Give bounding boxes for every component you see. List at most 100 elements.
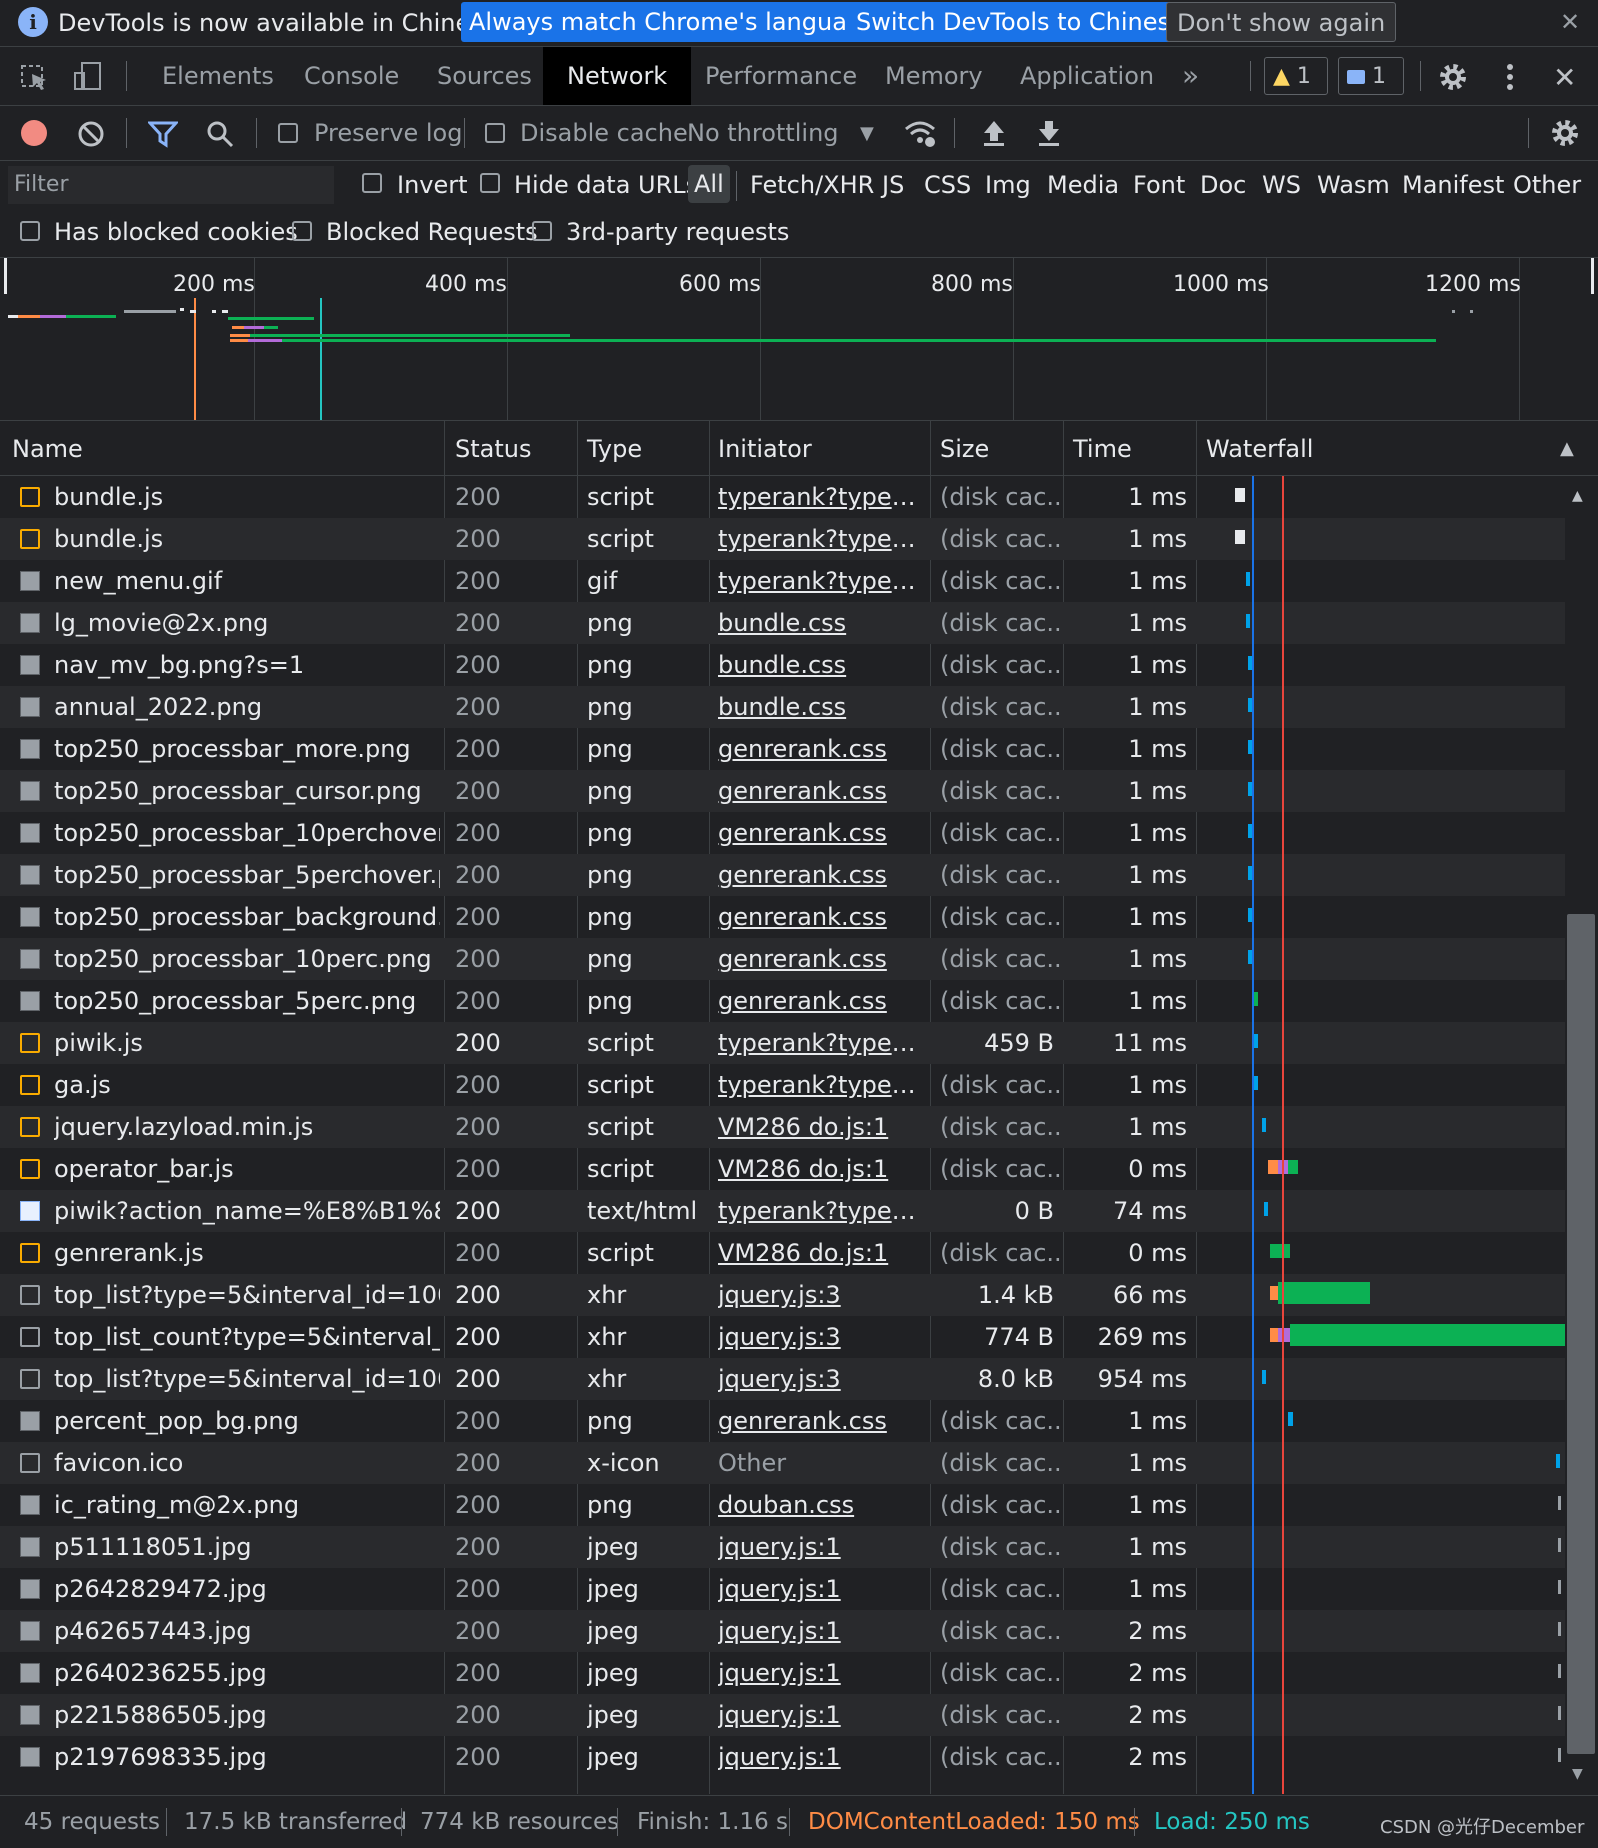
type-filter-other[interactable]: Other xyxy=(1513,171,1581,199)
request-initiator[interactable]: typerank?type_na... xyxy=(718,1029,926,1057)
has-blocked-cookies-checkbox[interactable] xyxy=(20,221,40,241)
table-row[interactable]: top250_processbar_more.png 200 png genreran… xyxy=(0,728,1565,770)
request-initiator[interactable]: jquery.js:1 xyxy=(718,1659,926,1687)
third-party-checkbox[interactable] xyxy=(532,221,552,241)
table-row[interactable]: genrerank.js 200 script VM286 do.js:1 (disk … xyxy=(0,1232,1565,1274)
scroll-down-icon[interactable]: ▼ xyxy=(1572,1766,1583,1782)
record-icon[interactable] xyxy=(21,120,47,146)
table-scrollbar[interactable]: ▲ ▼ xyxy=(1565,476,1598,1794)
table-row[interactable]: top250_processbar_5perc.png 200 png genrera… xyxy=(0,980,1565,1022)
request-initiator[interactable]: jquery.js:1 xyxy=(718,1575,926,1603)
request-initiator[interactable]: genrerank.css xyxy=(718,903,926,931)
table-row[interactable]: piwik.js 200 script typerank?type_na... 459 … xyxy=(0,1022,1565,1064)
request-initiator[interactable]: jquery.js:1 xyxy=(718,1701,926,1729)
table-row[interactable]: p2215886505.jpg 200 jpeg jquery.js:1 (disk c… xyxy=(0,1694,1565,1736)
table-row[interactable]: ga.js 200 script typerank?type_na... (disk c… xyxy=(0,1064,1565,1106)
table-row[interactable]: top250_processbar_cursor.png 200 png genrer… xyxy=(0,770,1565,812)
dont-show-again-button[interactable]: Don't show again xyxy=(1166,2,1397,42)
table-row[interactable]: annual_2022.png 200 png bundle.css (disk cac… xyxy=(0,686,1565,728)
table-row[interactable]: top250_processbar_5perchover.png 200 png ge… xyxy=(0,854,1565,896)
request-initiator[interactable]: typerank?type_na... xyxy=(718,567,926,595)
request-initiator[interactable]: VM286 do.js:1 xyxy=(718,1113,926,1141)
warnings-badge[interactable]: ▲ 1 xyxy=(1264,57,1328,95)
table-row[interactable]: top_list?type=5&interval_id=100%... 200 xh… xyxy=(0,1274,1565,1316)
request-initiator[interactable]: bundle.css xyxy=(718,693,926,721)
inspect-element-icon[interactable] xyxy=(20,64,50,92)
request-initiator[interactable]: typerank?type_na... xyxy=(718,1071,926,1099)
request-initiator[interactable]: jquery.js:1 xyxy=(718,1533,926,1561)
network-settings-gear-icon[interactable] xyxy=(1550,118,1580,148)
import-har-icon[interactable] xyxy=(982,119,1006,147)
search-icon[interactable] xyxy=(205,119,235,149)
column-header-type[interactable]: Type xyxy=(587,435,642,463)
column-header-status[interactable]: Status xyxy=(455,435,531,463)
sort-ascending-icon[interactable]: ▲ xyxy=(1560,438,1574,459)
table-row[interactable]: operator_bar.js 200 script VM286 do.js:1 (di… xyxy=(0,1148,1565,1190)
table-row[interactable]: top250_processbar_10perchover.p... 200 png… xyxy=(0,812,1565,854)
table-row[interactable]: p462657443.jpg 200 jpeg jquery.js:1 (disk ca… xyxy=(0,1610,1565,1652)
filter-input[interactable]: Filter xyxy=(8,166,334,204)
type-filter-all[interactable]: All xyxy=(688,165,730,203)
column-header-name[interactable]: Name xyxy=(12,435,83,463)
request-initiator[interactable]: VM286 do.js:1 xyxy=(718,1155,926,1183)
match-language-button[interactable]: Always match Chrome's language xyxy=(461,2,885,42)
switch-language-button[interactable]: Switch DevTools to Chinese xyxy=(848,2,1193,42)
filter-icon[interactable] xyxy=(148,120,178,148)
type-filter-manifest[interactable]: Manifest xyxy=(1402,171,1504,199)
request-initiator[interactable]: typerank?type_na... xyxy=(718,1197,926,1225)
request-initiator[interactable]: bundle.css xyxy=(718,651,926,679)
request-initiator[interactable]: genrerank.css xyxy=(718,861,926,889)
table-row[interactable]: jquery.lazyload.min.js 200 script VM286 do.… xyxy=(0,1106,1565,1148)
column-header-initiator[interactable]: Initiator xyxy=(718,435,812,463)
table-row[interactable]: nav_mv_bg.png?s=1 200 png bundle.css (disk c… xyxy=(0,644,1565,686)
request-initiator[interactable]: jquery.js:1 xyxy=(718,1743,926,1771)
type-filter-media[interactable]: Media xyxy=(1047,171,1119,199)
request-initiator[interactable]: jquery.js:3 xyxy=(718,1365,926,1393)
table-row[interactable]: bundle.js 200 script typerank?type_na... (di… xyxy=(0,476,1565,518)
table-row[interactable]: top_list_count?type=5&interval_id... 200 x… xyxy=(0,1316,1565,1358)
request-initiator[interactable]: genrerank.css xyxy=(718,777,926,805)
tab-console[interactable]: Console xyxy=(304,47,399,105)
table-row[interactable]: new_menu.gif 200 gif typerank?type_na... (di… xyxy=(0,560,1565,602)
close-infobar-icon[interactable]: ✕ xyxy=(1560,8,1580,36)
network-conditions-icon[interactable] xyxy=(903,119,937,149)
messages-badge[interactable]: 1 xyxy=(1338,57,1404,95)
tab-memory[interactable]: Memory xyxy=(885,47,983,105)
disable-cache-checkbox[interactable] xyxy=(485,123,505,143)
table-row[interactable]: bundle.js 200 script typerank?type_na... (di… xyxy=(0,518,1565,560)
request-initiator[interactable]: bundle.css xyxy=(718,609,926,637)
table-row[interactable]: p2642829472.jpg 200 jpeg jquery.js:1 (disk c… xyxy=(0,1568,1565,1610)
type-filter-fetch-xhr[interactable]: Fetch/XHR xyxy=(750,171,874,199)
scrollbar-thumb[interactable] xyxy=(1567,914,1595,1754)
table-row[interactable]: lg_movie@2x.png 200 png bundle.css (disk cac… xyxy=(0,602,1565,644)
request-initiator[interactable]: genrerank.css xyxy=(718,1407,926,1435)
overview-left-handle[interactable] xyxy=(4,258,7,294)
close-devtools-icon[interactable]: ✕ xyxy=(1553,61,1576,94)
export-har-icon[interactable] xyxy=(1037,119,1061,147)
invert-checkbox[interactable] xyxy=(362,173,382,193)
more-tabs-button[interactable]: » xyxy=(1182,47,1199,105)
request-initiator[interactable]: genrerank.css xyxy=(718,945,926,973)
settings-gear-icon[interactable] xyxy=(1438,62,1468,92)
chevron-down-icon[interactable]: ▼ xyxy=(860,123,874,144)
request-initiator[interactable]: typerank?type_na... xyxy=(718,525,926,553)
tab-network[interactable]: Network xyxy=(543,47,692,105)
request-initiator[interactable]: jquery.js:3 xyxy=(718,1281,926,1309)
table-row[interactable]: ic_rating_m@2x.png 200 png douban.css (disk … xyxy=(0,1484,1565,1526)
request-initiator[interactable]: genrerank.css xyxy=(718,819,926,847)
request-initiator[interactable]: Other xyxy=(718,1449,926,1477)
hide-data-urls-checkbox[interactable] xyxy=(480,173,500,193)
preserve-log-checkbox[interactable] xyxy=(278,123,298,143)
request-initiator[interactable]: VM286 do.js:1 xyxy=(718,1239,926,1267)
tab-application[interactable]: Application xyxy=(1020,47,1154,105)
type-filter-img[interactable]: Img xyxy=(985,171,1031,199)
type-filter-ws[interactable]: WS xyxy=(1262,171,1301,199)
tab-performance[interactable]: Performance xyxy=(705,47,857,105)
request-initiator[interactable]: douban.css xyxy=(718,1491,926,1519)
type-filter-font[interactable]: Font xyxy=(1133,171,1185,199)
type-filter-js[interactable]: JS xyxy=(882,171,904,199)
column-header-waterfall[interactable]: Waterfall xyxy=(1206,435,1313,463)
table-row[interactable]: top250_processbar_10perc.png 200 png genrer… xyxy=(0,938,1565,980)
table-row[interactable]: p511118051.jpg 200 jpeg jquery.js:1 (disk ca… xyxy=(0,1526,1565,1568)
clear-icon[interactable] xyxy=(77,120,105,148)
